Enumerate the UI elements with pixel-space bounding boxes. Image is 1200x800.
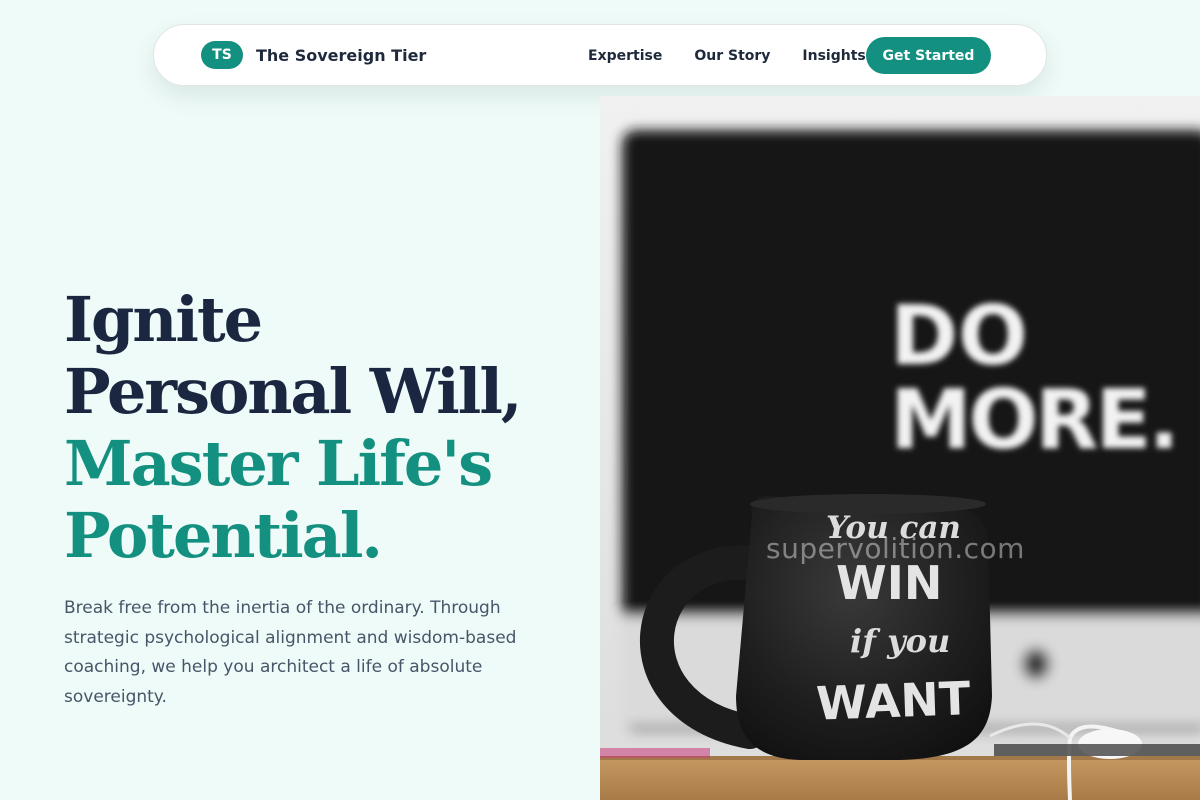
brand-initials-badge: TS	[201, 41, 243, 69]
watermark-text: supervolition.com	[766, 532, 1025, 565]
nav-links: Expertise Our Story Insights	[588, 25, 898, 87]
mug-text-want: WANT	[815, 671, 972, 730]
headline-line-2: Personal Will,	[64, 355, 523, 428]
brand-logo-link[interactable]: TS The Sovereign Tier	[201, 41, 426, 69]
nav-link-our-story[interactable]: Our Story	[694, 48, 770, 64]
headline-line-3: Master Life's	[64, 427, 493, 500]
nav-link-expertise[interactable]: Expertise	[588, 48, 662, 64]
screen-text-more: MORE.	[890, 373, 1177, 468]
top-navigation-bar: TS The Sovereign Tier Expertise Our Stor…	[153, 24, 1047, 86]
brand-name: The Sovereign Tier	[256, 45, 427, 65]
mug-text-if-you: if you	[850, 622, 950, 660]
hero-subcopy: Break free from the inertia of the ordin…	[64, 598, 517, 707]
nav-link-insights[interactable]: Insights	[802, 48, 865, 64]
hero-image-mug-photo: DO MORE. You can WIN if you WANT	[600, 96, 1200, 800]
headline-line-1: Ignite	[64, 283, 263, 356]
get-started-button[interactable]: Get Started	[866, 37, 991, 74]
screen-text-do: DO	[890, 289, 1028, 384]
hero-headline: Ignite Personal Will, Master Life's Pote…	[64, 284, 584, 572]
headline-line-4: Potential.	[64, 499, 383, 572]
